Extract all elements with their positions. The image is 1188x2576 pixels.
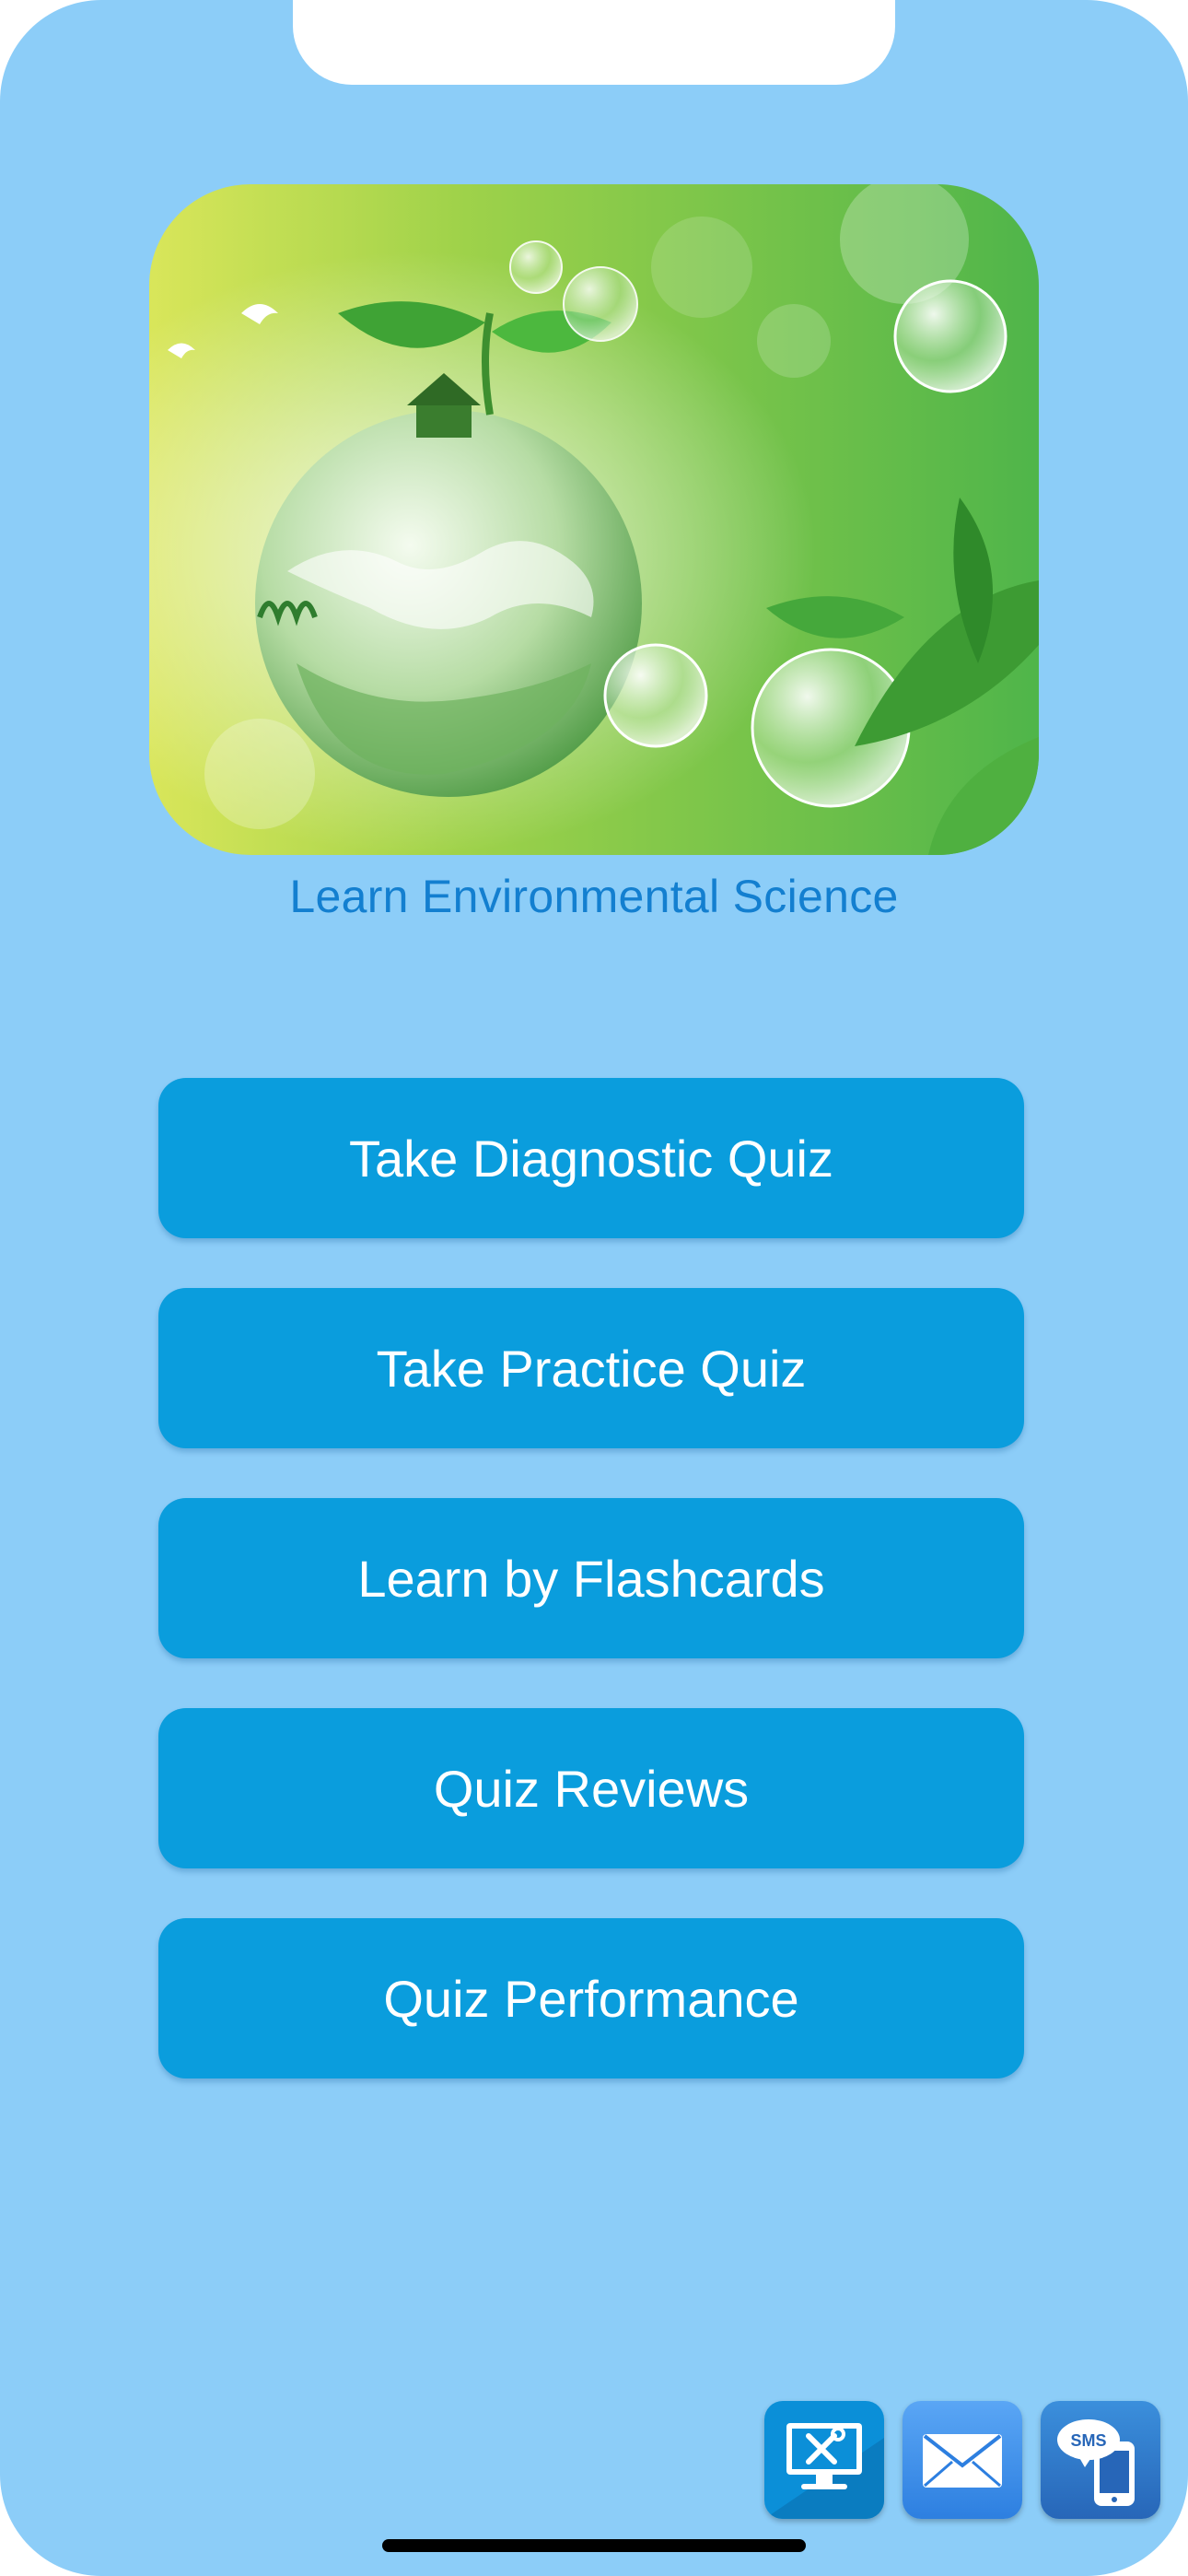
hero-image (149, 184, 1039, 855)
support-tools-icon[interactable] (764, 2401, 884, 2519)
take-practice-quiz-button[interactable]: Take Practice Quiz (158, 1288, 1024, 1448)
quiz-performance-button[interactable]: Quiz Performance (158, 1918, 1024, 2078)
main-menu: Take Diagnostic Quiz Take Practice Quiz … (158, 1078, 1024, 2128)
email-icon[interactable] (903, 2401, 1022, 2519)
sms-label: SMS (1070, 2431, 1106, 2450)
footer-icons: SMS (764, 2401, 1160, 2519)
home-indicator[interactable] (382, 2539, 806, 2552)
app-screen: Learn Environmental Science Take Diagnos… (0, 0, 1188, 2576)
learn-by-flashcards-button[interactable]: Learn by Flashcards (158, 1498, 1024, 1658)
device-notch (293, 0, 895, 85)
environment-globe-illustration (149, 184, 1039, 855)
app-title: Learn Environmental Science (289, 871, 899, 922)
take-diagnostic-quiz-button[interactable]: Take Diagnostic Quiz (158, 1078, 1024, 1238)
sms-icon[interactable]: SMS (1041, 2401, 1160, 2519)
quiz-reviews-button[interactable]: Quiz Reviews (158, 1708, 1024, 1868)
